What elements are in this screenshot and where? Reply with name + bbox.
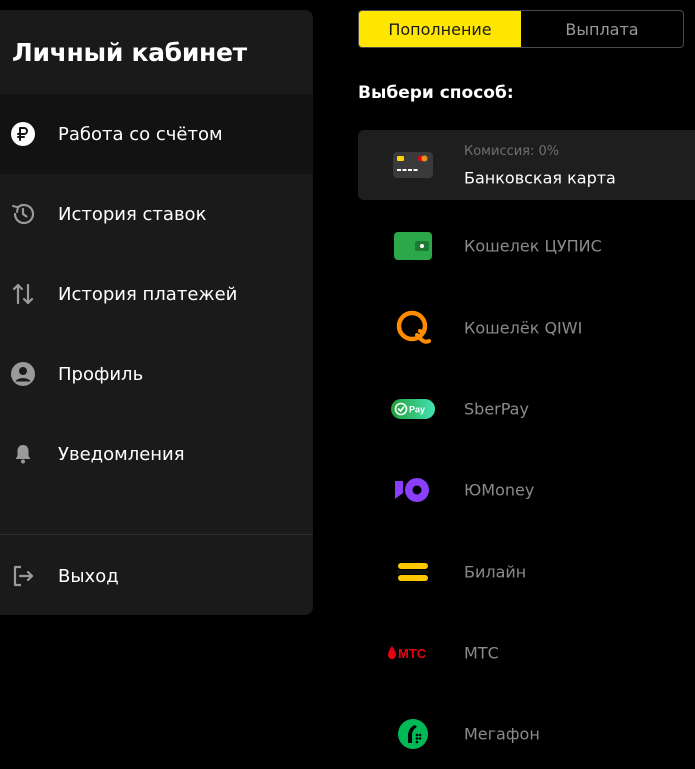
method-label: ЮMoney xyxy=(464,480,535,500)
account-sidebar: Личный кабинет Работа со счётом История … xyxy=(0,10,313,615)
method-label: МТС xyxy=(464,643,499,663)
sidebar-item-label: История платежей xyxy=(58,283,238,305)
sberpay-logo-icon: Pay xyxy=(390,389,436,429)
qiwi-logo-icon xyxy=(390,308,436,348)
sidebar-item-label: Уведомления xyxy=(58,443,185,465)
method-label: Банковская карта xyxy=(464,168,616,188)
method-sberpay[interactable]: Pay SberPay xyxy=(358,374,695,444)
method-commission: Комиссия: 0% xyxy=(464,144,560,159)
bell-icon xyxy=(10,441,36,467)
method-label: SberPay xyxy=(464,399,529,419)
sidebar-item-profile[interactable]: Профиль xyxy=(0,334,313,414)
deposit-withdraw-toggle: Пополнение Выплата xyxy=(358,10,684,48)
method-label: Мегафон xyxy=(464,724,540,744)
method-cupis-wallet[interactable]: Кошелек ЦУПИС xyxy=(358,211,695,281)
sberpay-logo-text: Pay xyxy=(409,405,425,415)
beeline-logo-icon xyxy=(390,552,436,592)
sidebar-item-bet-history[interactable]: История ставок xyxy=(0,174,313,254)
sidebar-item-label: Работа со счётом xyxy=(58,123,223,145)
user-icon xyxy=(10,361,36,387)
method-beeline[interactable]: Билайн xyxy=(358,537,695,607)
method-yoomoney[interactable]: ЮMoney xyxy=(358,455,695,525)
methods-title: Выбери способ: xyxy=(358,83,514,103)
method-qiwi[interactable]: Кошелёк QIWI xyxy=(358,293,695,363)
sidebar-item-label: История ставок xyxy=(58,203,207,225)
megafon-logo-icon xyxy=(390,714,436,754)
method-label: Кошелёк QIWI xyxy=(464,318,583,338)
method-bank-card[interactable]: Комиссия: 0% Банковская карта xyxy=(358,130,695,200)
sidebar-title: Личный кабинет xyxy=(12,38,247,67)
history-icon xyxy=(10,201,36,227)
tab-withdraw[interactable]: Выплата xyxy=(521,11,683,47)
sidebar-item-payment-history[interactable]: История платежей xyxy=(0,254,313,334)
sidebar-divider xyxy=(0,534,313,535)
transfer-arrows-icon xyxy=(10,281,36,307)
method-label: Кошелек ЦУПИС xyxy=(464,236,602,256)
bank-card-icon xyxy=(390,145,436,185)
yoomoney-logo-icon xyxy=(390,470,436,510)
tab-deposit[interactable]: Пополнение xyxy=(359,11,521,47)
mts-logo-text: МТС xyxy=(398,646,427,661)
sidebar-item-notifications[interactable]: Уведомления xyxy=(0,414,313,494)
ruble-icon xyxy=(10,121,36,147)
wallet-icon xyxy=(390,226,436,266)
method-label: Билайн xyxy=(464,562,527,582)
logout-label: Выход xyxy=(58,565,119,587)
logout-icon xyxy=(10,563,36,589)
mts-logo-icon: МТС xyxy=(386,633,442,673)
logout-button[interactable]: Выход xyxy=(0,536,313,615)
sidebar-item-account[interactable]: Работа со счётом xyxy=(0,94,313,174)
method-megafon[interactable]: Мегафон xyxy=(358,699,695,769)
method-mts[interactable]: МТС МТС xyxy=(358,618,695,688)
sidebar-item-label: Профиль xyxy=(58,363,144,385)
